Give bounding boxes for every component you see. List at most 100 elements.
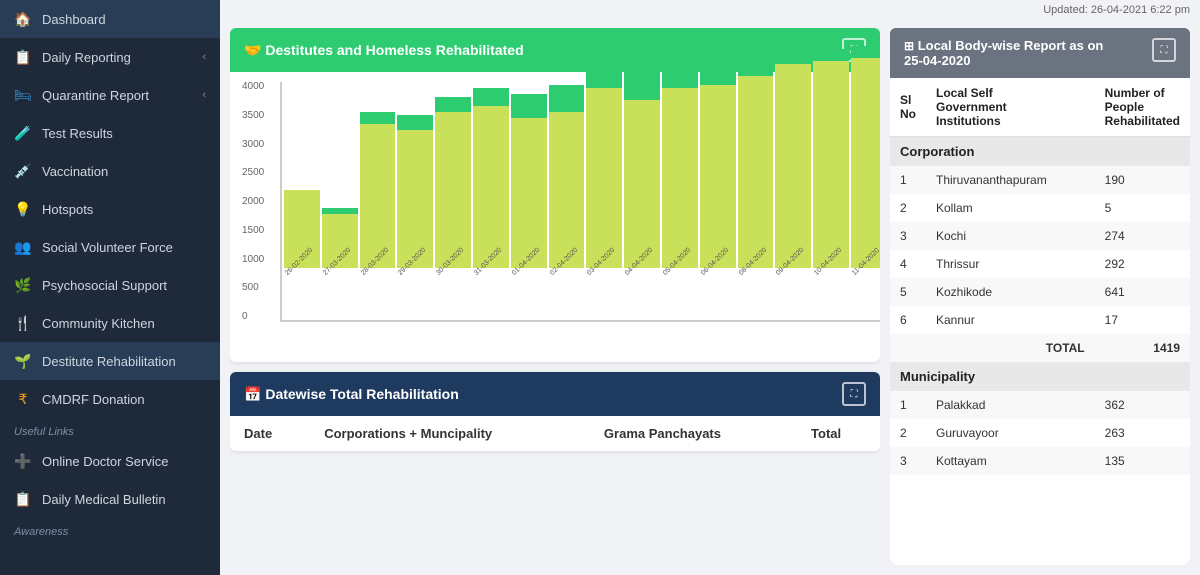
bar-gram [473, 88, 509, 106]
col-corp: Corporations + Muncipality [310, 416, 590, 451]
institution-name: Kochi [926, 222, 1095, 250]
cmdrf-icon: ₹ [14, 390, 32, 408]
y-axis-label: 2000 [242, 197, 264, 207]
y-axis-label: 1500 [242, 226, 264, 236]
sidebar-item-psychosocial[interactable]: 🌿 Psychosocial Support [0, 266, 220, 304]
sidebar-label-cmdrf: CMDRF Donation [42, 392, 206, 407]
local-body-table: SlNo Local SelfGovernmentInstitutions Nu… [890, 78, 1190, 475]
chart-container: 05001000150020002500300035004000 26-02-2… [230, 72, 880, 362]
sidebar-label-hotspots: Hotspots [42, 202, 206, 217]
people-count: 274 [1095, 222, 1190, 250]
bar-gram [624, 70, 660, 100]
online-doctor-icon: ➕ [14, 452, 32, 470]
bar-group: 31-03-2020 [473, 28, 509, 320]
sidebar-label-daily-medical: Daily Medical Bulletin [42, 492, 206, 507]
y-axis-label: 1000 [242, 255, 264, 265]
bar-corp [397, 130, 433, 268]
sl-no: 2 [890, 419, 926, 447]
y-axis-label: 2500 [242, 168, 264, 178]
institution-name: Palakkad [926, 391, 1095, 419]
bar-corp [662, 88, 698, 268]
sidebar-item-cmdrf[interactable]: ₹ CMDRF Donation [0, 380, 220, 418]
people-count: 17 [1095, 306, 1190, 334]
sidebar-item-quarantine-report[interactable]: 🛏 Quarantine Report ‹ [0, 76, 220, 114]
sidebar-item-hotspots[interactable]: 💡 Hotspots [0, 190, 220, 228]
sidebar-item-dashboard[interactable]: 🏠 Dashboard [0, 0, 220, 38]
daily-medical-icon: 📋 [14, 490, 32, 508]
sl-no: 3 [890, 447, 926, 475]
left-panel: 🤝 Destitutes and Homeless Rehabilitated … [230, 28, 880, 565]
sidebar-arrow-quarantine-report: ‹ [202, 89, 206, 101]
sidebar-item-destitute[interactable]: 🌱 Destitute Rehabilitation [0, 342, 220, 380]
col-date: Date [230, 416, 310, 451]
sl-no: 6 [890, 306, 926, 334]
sidebar-item-vaccination[interactable]: 💉 Vaccination [0, 152, 220, 190]
table-row: 3 Kochi 274 [890, 222, 1190, 250]
bar-gram [662, 55, 698, 88]
useful-links-label: Useful Links [0, 418, 220, 442]
sidebar-item-daily-reporting[interactable]: 📋 Daily Reporting ‹ [0, 38, 220, 76]
col-sl: SlNo [890, 78, 926, 137]
bar-group: 02-04-2020 [549, 28, 585, 320]
sidebar-item-test-results[interactable]: 🧪 Test Results [0, 114, 220, 152]
bar-group: 10-04-2020 [813, 28, 849, 320]
sl-no: 4 [890, 250, 926, 278]
bar-gram [700, 52, 736, 85]
datewise-table: Date Corporations + Muncipality Grama Pa… [230, 416, 880, 451]
test-results-icon: 🧪 [14, 124, 32, 142]
sidebar-item-daily-medical[interactable]: 📋 Daily Medical Bulletin [0, 480, 220, 518]
people-count: 263 [1095, 419, 1190, 447]
bar-group: 26-02-2020 [284, 28, 320, 320]
sidebar-label-destitute: Destitute Rehabilitation [42, 354, 206, 369]
col-total: Total [797, 416, 880, 451]
col-institution: Local SelfGovernmentInstitutions [926, 78, 1095, 137]
sidebar-item-social-volunteer[interactable]: 👥 Social Volunteer Force [0, 228, 220, 266]
y-axis-label: 0 [242, 312, 264, 322]
table-row: 1 Thiruvananthapuram 190 [890, 166, 1190, 194]
institution-name: Kottayam [926, 447, 1095, 475]
vaccination-icon: 💉 [14, 162, 32, 180]
sl-no: 5 [890, 278, 926, 306]
sidebar-label-psychosocial: Psychosocial Support [42, 278, 206, 293]
sl-no: 2 [890, 194, 926, 222]
y-axis-label: 3000 [242, 140, 264, 150]
section-header-row: Municipality [890, 362, 1190, 391]
total-row: TOTAL 1419 [890, 334, 1190, 362]
sl-no: 1 [890, 166, 926, 194]
right-panel: ⊞ Local Body-wise Report as on 25-04-202… [890, 28, 1190, 565]
table-row: 4 Thrissur 292 [890, 250, 1190, 278]
y-axis-label: 500 [242, 283, 264, 293]
destitute-icon: 🌱 [14, 352, 32, 370]
psychosocial-icon: 🌿 [14, 276, 32, 294]
section-header-row: Corporation [890, 137, 1190, 167]
table-row: 1 Palakkad 362 [890, 391, 1190, 419]
bar-group: 27-03-2020 [322, 28, 358, 320]
bar-gram [435, 97, 471, 112]
bar-corp [851, 58, 880, 268]
expand-report-button[interactable]: ⛶ [1152, 38, 1176, 62]
expand-table-button[interactable]: ⛶ [842, 382, 866, 406]
sl-no: 3 [890, 222, 926, 250]
bar-group: 01-04-2020 [511, 28, 547, 320]
bar-gram [511, 94, 547, 118]
sidebar-item-community-kitchen[interactable]: 🍴 Community Kitchen [0, 304, 220, 342]
table-row: 2 Guruvayoor 263 [890, 419, 1190, 447]
bar-corp [775, 64, 811, 268]
bar-gram [549, 85, 585, 112]
bar-corp [624, 100, 660, 268]
people-count: 135 [1095, 447, 1190, 475]
sidebar-arrow-daily-reporting: ‹ [202, 51, 206, 63]
local-body-report-card: ⊞ Local Body-wise Report as on 25-04-202… [890, 28, 1190, 565]
main-content: Updated: 26-04-2021 6:22 pm 🤝 Destitutes… [220, 0, 1200, 575]
sidebar-label-community-kitchen: Community Kitchen [42, 316, 206, 331]
sidebar-label-online-doctor: Online Doctor Service [42, 454, 206, 469]
people-count: 641 [1095, 278, 1190, 306]
bar-gram [397, 115, 433, 130]
daily-reporting-icon: 📋 [14, 48, 32, 66]
sl-no: 1 [890, 391, 926, 419]
sidebar-label-vaccination: Vaccination [42, 164, 206, 179]
bar-corp [700, 85, 736, 268]
bar-group: 28-03-2020 [360, 28, 396, 320]
sidebar-item-online-doctor[interactable]: ➕ Online Doctor Service [0, 442, 220, 480]
col-count: Number ofPeopleRehabilitated [1095, 78, 1190, 137]
